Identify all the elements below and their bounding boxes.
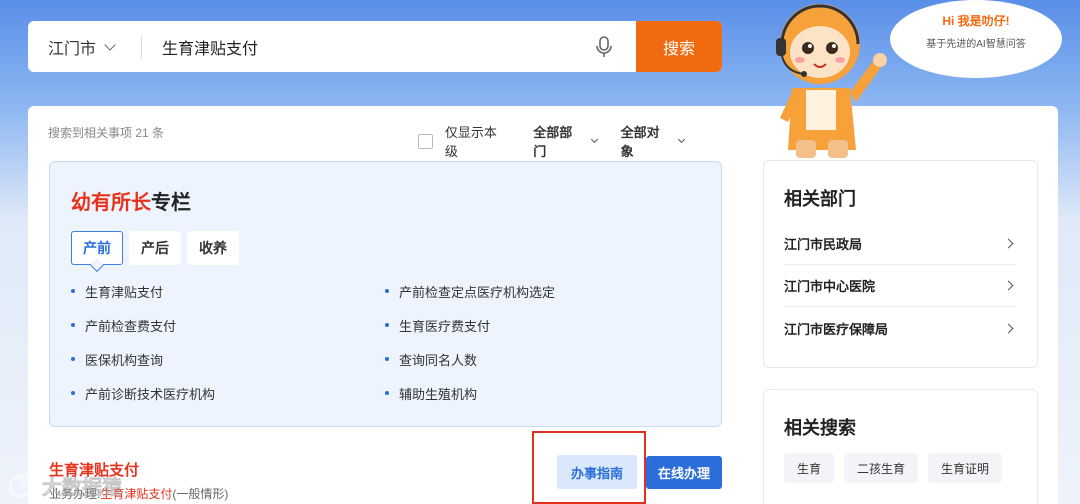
tab-prenatal[interactable]: 产前 bbox=[71, 231, 123, 265]
search-button[interactable]: 搜索 bbox=[636, 21, 722, 72]
svg-text:大数据猿: 大数据猿 bbox=[42, 475, 123, 499]
result-sub-suffix: (一般情形) bbox=[172, 487, 229, 501]
show-local-label[interactable]: 仅显示本级 bbox=[445, 122, 509, 160]
special-item-link[interactable]: 生育医疗费支付 bbox=[385, 316, 490, 335]
dept-filter-dropdown[interactable]: 全部部门 bbox=[533, 122, 598, 160]
special-title-rest: 专栏 bbox=[151, 192, 191, 214]
special-item-link[interactable]: 医保机构查询 bbox=[71, 350, 163, 369]
assistant-tagline: 基于先进的AI智慧问答 bbox=[926, 39, 1026, 50]
show-local-checkbox[interactable] bbox=[418, 133, 433, 149]
guide-button[interactable]: 办事指南 bbox=[557, 455, 637, 489]
chevron-down-icon bbox=[678, 135, 686, 144]
related-search-tag[interactable]: 生育 bbox=[784, 453, 835, 483]
watermark-logo: 大数据猿 bbox=[6, 468, 136, 504]
special-title: 幼有所长专栏 bbox=[71, 186, 191, 215]
dept-item-label: 江门市医疗保障局 bbox=[784, 321, 889, 337]
target-filter-dropdown[interactable]: 全部对象 bbox=[620, 122, 686, 160]
special-tabs: 产前 产后 收养 bbox=[71, 231, 245, 265]
assistant-greeting: Hi 我是叻仔! bbox=[942, 14, 1010, 28]
chevron-right-icon bbox=[1003, 280, 1014, 291]
tab-postnatal[interactable]: 产后 bbox=[129, 231, 181, 265]
chevron-down-icon bbox=[104, 38, 116, 51]
tab-adoption[interactable]: 收养 bbox=[187, 231, 239, 265]
chevron-right-icon bbox=[1003, 323, 1014, 333]
search-bar: 江门市 搜索 bbox=[28, 21, 722, 72]
related-search-title: 相关搜索 bbox=[784, 418, 856, 438]
related-depts-panel: 相关部门 江门市民政局 江门市中心医院 江门市医疗保障局 bbox=[763, 160, 1038, 368]
special-column: 幼有所长专栏 产前 产后 收养 生育津贴支付 产前检查定点医疗机构选定 产前检查… bbox=[49, 161, 722, 427]
dept-item-label: 江门市中心医院 bbox=[784, 279, 876, 294]
dept-filter-label: 全部部门 bbox=[533, 125, 573, 159]
related-search-tags: 生育 二孩生育 生育证明 bbox=[784, 453, 1034, 493]
filters: 仅显示本级 全部部门 全部对象 bbox=[418, 122, 708, 160]
search-input[interactable] bbox=[142, 21, 584, 72]
special-item-link[interactable]: 产前检查定点医疗机构选定 bbox=[385, 282, 555, 301]
special-item-link[interactable]: 产前检查费支付 bbox=[71, 316, 176, 335]
dept-item[interactable]: 江门市医疗保障局 bbox=[784, 307, 1016, 349]
chevron-right-icon bbox=[1003, 238, 1014, 249]
special-title-highlight: 幼有所长 bbox=[71, 192, 151, 214]
dept-item[interactable]: 江门市民政局 bbox=[784, 223, 1016, 265]
special-item-link[interactable]: 辅助生殖机构 bbox=[385, 384, 477, 403]
microphone-icon[interactable] bbox=[584, 21, 624, 72]
special-item-link[interactable]: 查询同名人数 bbox=[385, 350, 477, 369]
online-apply-button[interactable]: 在线办理 bbox=[646, 456, 722, 489]
city-select[interactable]: 江门市 bbox=[28, 21, 141, 72]
special-item-link[interactable]: 生育津贴支付 bbox=[71, 282, 163, 301]
assistant-mascot[interactable] bbox=[752, 0, 892, 162]
dept-item[interactable]: 江门市中心医院 bbox=[784, 265, 1016, 307]
result-bar: 搜索到相关事项 21 条 仅显示本级 全部部门 全部对象 bbox=[48, 122, 708, 159]
chevron-down-icon bbox=[590, 135, 598, 144]
related-search-tag[interactable]: 二孩生育 bbox=[844, 453, 919, 483]
result-count: 搜索到相关事项 21 条 bbox=[48, 126, 165, 140]
related-search-panel: 相关搜索 生育 二孩生育 生育证明 bbox=[763, 389, 1038, 504]
assistant-bubble[interactable]: Hi 我是叻仔! 基于先进的AI智慧问答 bbox=[890, 0, 1062, 78]
special-item-link[interactable]: 产前诊断技术医疗机构 bbox=[71, 384, 215, 403]
related-depts-title: 相关部门 bbox=[784, 189, 856, 209]
related-search-tag[interactable]: 生育证明 bbox=[928, 453, 1003, 483]
dept-item-label: 江门市民政局 bbox=[784, 237, 863, 252]
city-label: 江门市 bbox=[48, 40, 97, 58]
target-filter-label: 全部对象 bbox=[620, 125, 660, 159]
